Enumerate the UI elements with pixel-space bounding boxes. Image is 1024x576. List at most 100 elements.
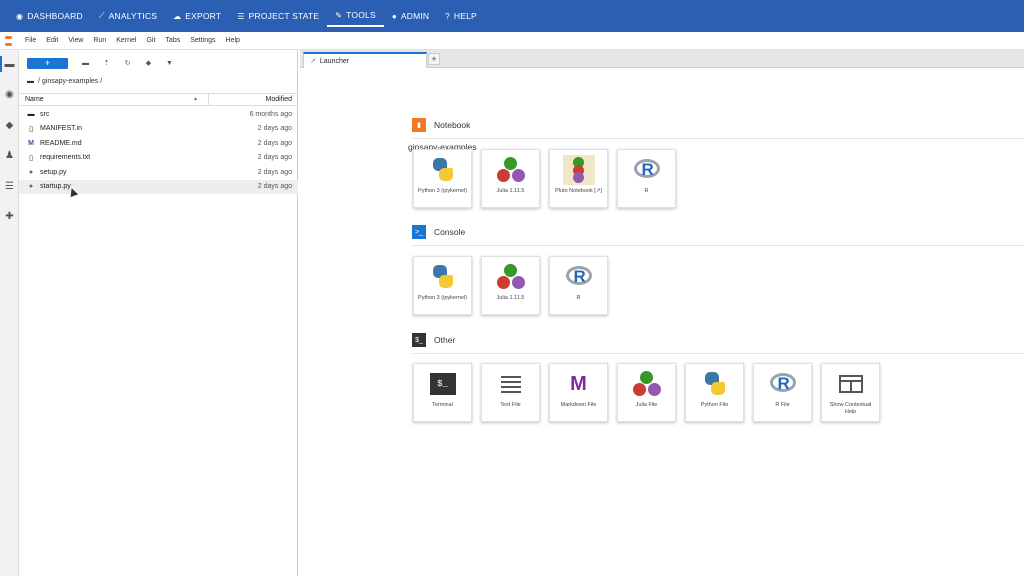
python-icon: ● bbox=[28, 183, 34, 191]
file-list-header: Name ▲ Modified bbox=[19, 93, 298, 106]
menu-file[interactable]: File bbox=[20, 37, 41, 44]
tab-launcher[interactable]: ↗ Launcher bbox=[303, 52, 427, 68]
terminal-icon: $_ bbox=[427, 369, 459, 399]
refresh-icon[interactable]: ↻ bbox=[117, 59, 138, 67]
launcher-icon: ↗ bbox=[310, 58, 316, 65]
nav-help[interactable]: ? HELP bbox=[437, 5, 485, 27]
collaborators-icon[interactable]: ♟ bbox=[3, 149, 16, 162]
question-icon: ? bbox=[445, 11, 450, 21]
divider bbox=[412, 245, 1024, 246]
new-launcher-button[interactable]: + bbox=[27, 57, 68, 69]
markdown-file-card[interactable]: M Markdown File bbox=[549, 363, 608, 422]
nav-project-state[interactable]: ☰ PROJECT STATE bbox=[229, 5, 327, 27]
menu-git[interactable]: Git bbox=[141, 37, 160, 44]
markdown-icon: M bbox=[570, 372, 587, 395]
r-icon: R bbox=[631, 155, 663, 185]
nav-dashboard[interactable]: ◉ DASHBOARD bbox=[8, 5, 91, 27]
julia-icon bbox=[495, 262, 527, 292]
file-row[interactable]: ▬ src 6 months ago bbox=[19, 107, 298, 122]
pluto-icon bbox=[562, 155, 595, 185]
file-row[interactable]: ● setup.py 2 days ago bbox=[19, 165, 298, 180]
terminal-icon: $_ bbox=[412, 333, 426, 347]
markdown-icon: M bbox=[28, 139, 34, 147]
server-icon: ☰ bbox=[237, 11, 245, 21]
contextual-help-icon bbox=[835, 369, 867, 399]
nav-export[interactable]: ☁ EXPORT bbox=[165, 5, 229, 27]
contextual-help-card[interactable]: Show Contextual Help bbox=[821, 363, 880, 422]
git-icon[interactable]: ◆ bbox=[3, 119, 16, 132]
notebook-julia-card[interactable]: Julia 1.11.5 bbox=[481, 149, 540, 208]
column-name[interactable]: Name bbox=[25, 96, 44, 103]
divider bbox=[412, 138, 1024, 139]
notebook-icon: ▮ bbox=[412, 118, 426, 132]
r-file-card[interactable]: R R File bbox=[753, 363, 812, 422]
file-row[interactable]: M README.md 2 days ago bbox=[19, 136, 298, 151]
menu-tabs[interactable]: Tabs bbox=[160, 37, 185, 44]
python-icon bbox=[427, 155, 459, 185]
text-file-card[interactable]: Text File bbox=[481, 363, 540, 422]
dashboard-icon: ◉ bbox=[16, 11, 24, 21]
python-icon: ● bbox=[28, 168, 34, 176]
julia-icon bbox=[495, 155, 527, 185]
julia-icon bbox=[631, 369, 663, 399]
python-file-card[interactable]: Python File bbox=[685, 363, 744, 422]
menu-bar: File Edit View Run Kernel Git Tabs Setti… bbox=[0, 32, 1024, 50]
menu-run[interactable]: Run bbox=[88, 37, 111, 44]
extension-icon[interactable]: ✚ bbox=[3, 210, 16, 223]
console-python3-card[interactable]: Python 3 (ipykernel) bbox=[413, 256, 472, 315]
chart-icon: ⟋ bbox=[98, 11, 105, 20]
breadcrumb: ▬ / ginsapy-examples / bbox=[27, 78, 102, 85]
console-cards: Python 3 (ipykernel) Julia 1.11.5 R R bbox=[413, 256, 608, 315]
r-icon: R bbox=[563, 262, 595, 292]
nav-admin[interactable]: ● ADMIN bbox=[384, 5, 437, 27]
console-julia-card[interactable]: Julia 1.11.5 bbox=[481, 256, 540, 315]
active-indicator bbox=[0, 56, 2, 72]
python-icon bbox=[427, 262, 459, 292]
table-of-contents-icon[interactable]: ☰ bbox=[3, 180, 16, 193]
top-navigation: ◉ DASHBOARD ⟋ ANALYTICS ☁ EXPORT ☰ PROJECT S… bbox=[0, 0, 1024, 32]
menu-help[interactable]: Help bbox=[221, 37, 245, 44]
notebook-pluto-card[interactable]: Pluto Notebook [↗] bbox=[549, 149, 608, 208]
new-folder-icon[interactable]: ▬ bbox=[75, 60, 96, 67]
menu-kernel[interactable]: Kernel bbox=[111, 37, 141, 44]
filter-icon[interactable]: ▼ bbox=[159, 60, 180, 67]
notebook-python3-card[interactable]: Python 3 (ipykernel) bbox=[413, 149, 472, 208]
git-clone-icon[interactable]: ◆ bbox=[138, 59, 159, 67]
divider bbox=[412, 353, 1024, 354]
menu-edit[interactable]: Edit bbox=[41, 37, 63, 44]
other-cards: $_ Terminal Text File M Markdown File Ju… bbox=[413, 363, 880, 422]
file-icon: ▯ bbox=[29, 125, 33, 133]
nav-tools[interactable]: ✎ TOOLS bbox=[327, 5, 384, 27]
terminal-card[interactable]: $_ Terminal bbox=[413, 363, 472, 422]
file-browser-toolbar: + ▬ ⇡ ↻ ◆ ▼ bbox=[27, 57, 180, 69]
text-file-icon bbox=[495, 369, 527, 399]
notebook-cards: Python 3 (ipykernel) Julia 1.11.5 Pluto … bbox=[413, 149, 676, 208]
console-r-card[interactable]: R R bbox=[549, 256, 608, 315]
notebook-section-header: ▮ Notebook bbox=[412, 118, 470, 132]
file-list: ▬ src 6 months ago ▯ MANIFEST.in 2 days … bbox=[19, 107, 298, 194]
activity-bar: ▬ ◉ ◆ ♟ ☰ ✚ bbox=[0, 50, 19, 576]
console-section-header: >_ Console bbox=[412, 225, 465, 239]
other-section-header: $_ Other bbox=[412, 333, 455, 347]
julia-file-card[interactable]: Julia File bbox=[617, 363, 676, 422]
notebook-r-card[interactable]: R R bbox=[617, 149, 676, 208]
menu-view[interactable]: View bbox=[63, 37, 88, 44]
running-icon[interactable]: ◉ bbox=[3, 88, 16, 101]
column-modified[interactable]: Modified bbox=[266, 96, 292, 103]
folder-icon[interactable]: ▬ bbox=[27, 78, 34, 85]
file-row-selected[interactable]: ● startup.py 2 days ago bbox=[19, 179, 298, 194]
folder-icon: ▬ bbox=[27, 110, 35, 118]
add-tab-button[interactable]: + bbox=[428, 53, 440, 65]
user-icon: ● bbox=[391, 11, 397, 21]
breadcrumb-path[interactable]: / ginsapy-examples / bbox=[38, 78, 102, 85]
main-area: ↗ Launcher + ginsapy-examples ▮ Notebook… bbox=[300, 50, 1024, 576]
file-row[interactable]: ▯ requirements.txt 2 days ago bbox=[19, 151, 298, 166]
file-row[interactable]: ▯ MANIFEST.in 2 days ago bbox=[19, 122, 298, 137]
nav-analytics[interactable]: ⟋ ANALYTICS bbox=[91, 5, 165, 27]
wrench-icon: ✎ bbox=[335, 10, 343, 20]
folder-icon[interactable]: ▬ bbox=[3, 58, 16, 71]
sort-ascending-icon[interactable]: ▲ bbox=[193, 96, 198, 102]
column-divider[interactable] bbox=[208, 94, 209, 106]
menu-settings[interactable]: Settings bbox=[185, 37, 220, 44]
upload-icon[interactable]: ⇡ bbox=[96, 59, 117, 67]
